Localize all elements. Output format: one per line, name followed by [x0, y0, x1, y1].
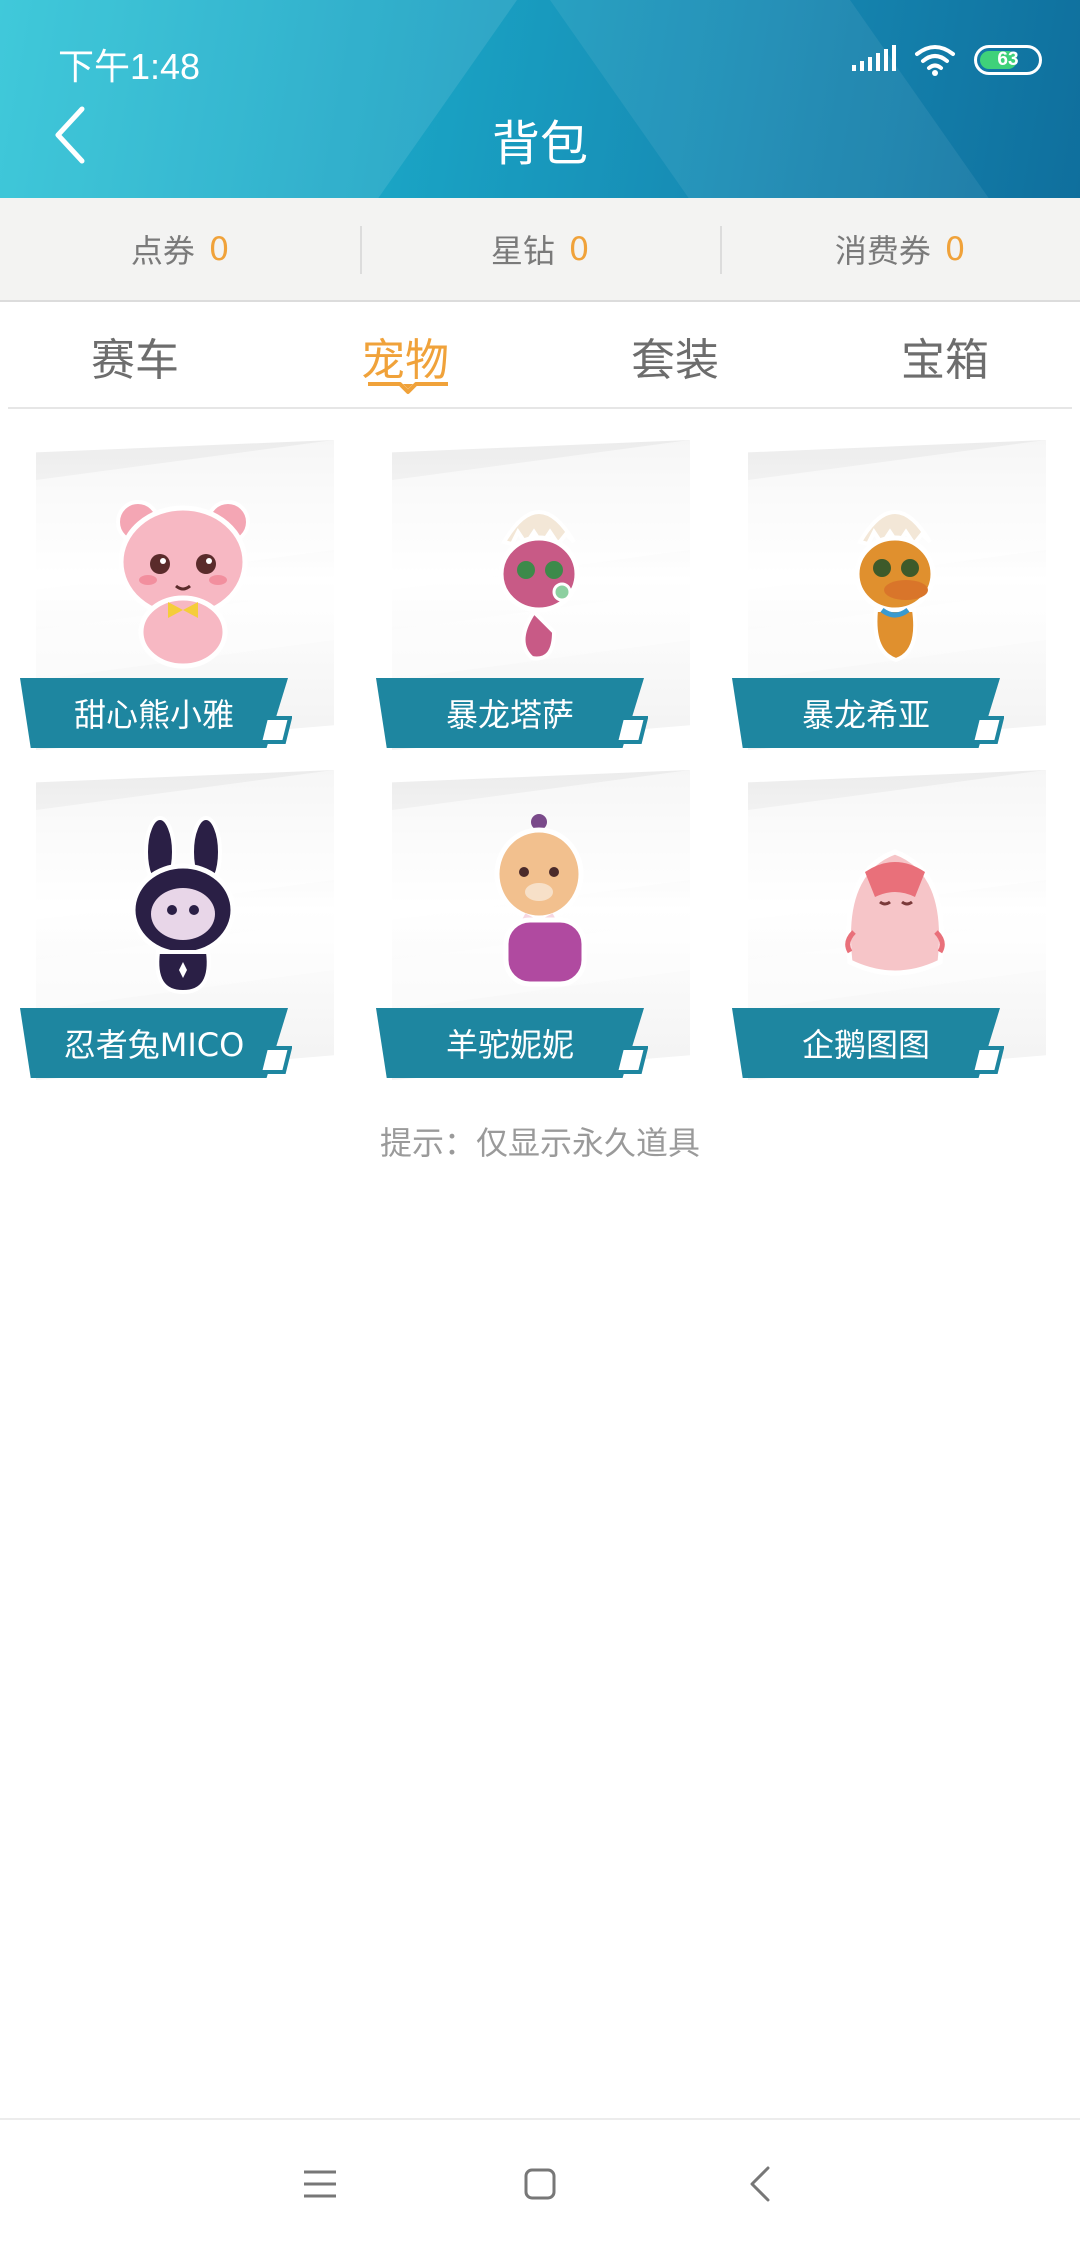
system-navigation-bar [0, 2118, 1080, 2248]
status-time: 下午1:48 [58, 46, 201, 87]
tab-label: 宝箱 [901, 335, 989, 386]
currency-value: 0 [944, 230, 966, 268]
pink-bear-icon [116, 500, 250, 669]
app-header: 下午1:48 63 背包 [0, 0, 1080, 198]
category-tabs: 赛车 宠物 套装 宝箱 [0, 304, 1080, 408]
currency-item-xingzuan: 星钻 0 [360, 198, 720, 300]
nav-back-button[interactable] [730, 2154, 790, 2214]
alpaca-icon [494, 814, 587, 987]
pet-card[interactable]: 甜心熊小雅 [20, 440, 340, 750]
home-square-icon [524, 2168, 556, 2200]
corner-badge-icon [257, 1046, 292, 1074]
corner-badge-icon [257, 716, 292, 744]
battery-level: 63 [997, 49, 1019, 70]
purple-dino-hatchling-icon [498, 510, 580, 661]
corner-badge-icon [969, 716, 1004, 744]
pet-name: 羊驼妮妮 [376, 1008, 644, 1078]
orange-dino-hatchling-icon [854, 510, 936, 663]
pet-name: 甜心熊小雅 [20, 678, 288, 748]
pet-name: 忍者兔MICO [20, 1008, 288, 1078]
corner-badge-icon [969, 1046, 1004, 1074]
corner-badge-icon [613, 1046, 648, 1074]
backpack-screen: 下午1:48 63 背包 点券 0 星钻 0 消费券 0 赛车 宠物 套装 宝箱… [0, 0, 1080, 2248]
pet-name: 暴龙塔萨 [376, 678, 644, 748]
tabs-divider [8, 407, 1072, 409]
pet-card[interactable]: 企鹅图图 [732, 770, 1052, 1080]
pet-card[interactable]: 暴龙塔萨 [376, 440, 696, 750]
menu-icon [304, 2170, 336, 2198]
pet-name: 暴龙希亚 [732, 678, 1000, 748]
battery-icon: 63 [974, 45, 1042, 75]
tab-racing-car[interactable]: 赛车 [0, 304, 270, 408]
pet-name: 企鹅图图 [732, 1008, 1000, 1078]
status-icons: 63 [852, 42, 1042, 78]
tab-label: 套装 [631, 335, 719, 386]
tab-outfit[interactable]: 套装 [540, 304, 810, 408]
page-title: 背包 [491, 116, 588, 172]
ninja-rabbit-icon [130, 816, 236, 995]
currency-bar: 点券 0 星钻 0 消费券 0 [0, 198, 1080, 302]
currency-label: 星钻 [490, 232, 555, 270]
corner-badge-icon [613, 716, 648, 744]
pet-card[interactable]: 暴龙希亚 [732, 440, 1052, 750]
back-chevron-icon [750, 2166, 770, 2202]
currency-label: 消费券 [834, 232, 931, 270]
nav-home-button[interactable] [510, 2154, 570, 2214]
signal-icon [852, 45, 896, 71]
currency-value: 0 [208, 230, 230, 268]
pet-card[interactable]: 羊驼妮妮 [376, 770, 696, 1080]
pink-penguin-icon [845, 849, 945, 976]
tab-treasure-box[interactable]: 宝箱 [810, 304, 1080, 408]
currency-label: 点券 [130, 232, 195, 270]
wifi-icon [915, 45, 955, 76]
currency-item-dianquan: 点券 0 [0, 198, 360, 300]
pet-card[interactable]: 忍者兔MICO [20, 770, 340, 1080]
currency-value: 0 [568, 230, 590, 268]
tab-label: 赛车 [91, 335, 179, 386]
tab-pet[interactable]: 宠物 [270, 304, 540, 408]
currency-item-xiaofeiquan: 消费券 0 [720, 198, 1080, 300]
hint-text: 提示：仅显示永久道具 [379, 1124, 700, 1162]
nav-menu-button[interactable] [290, 2154, 350, 2214]
active-tab-indicator [368, 382, 448, 394]
